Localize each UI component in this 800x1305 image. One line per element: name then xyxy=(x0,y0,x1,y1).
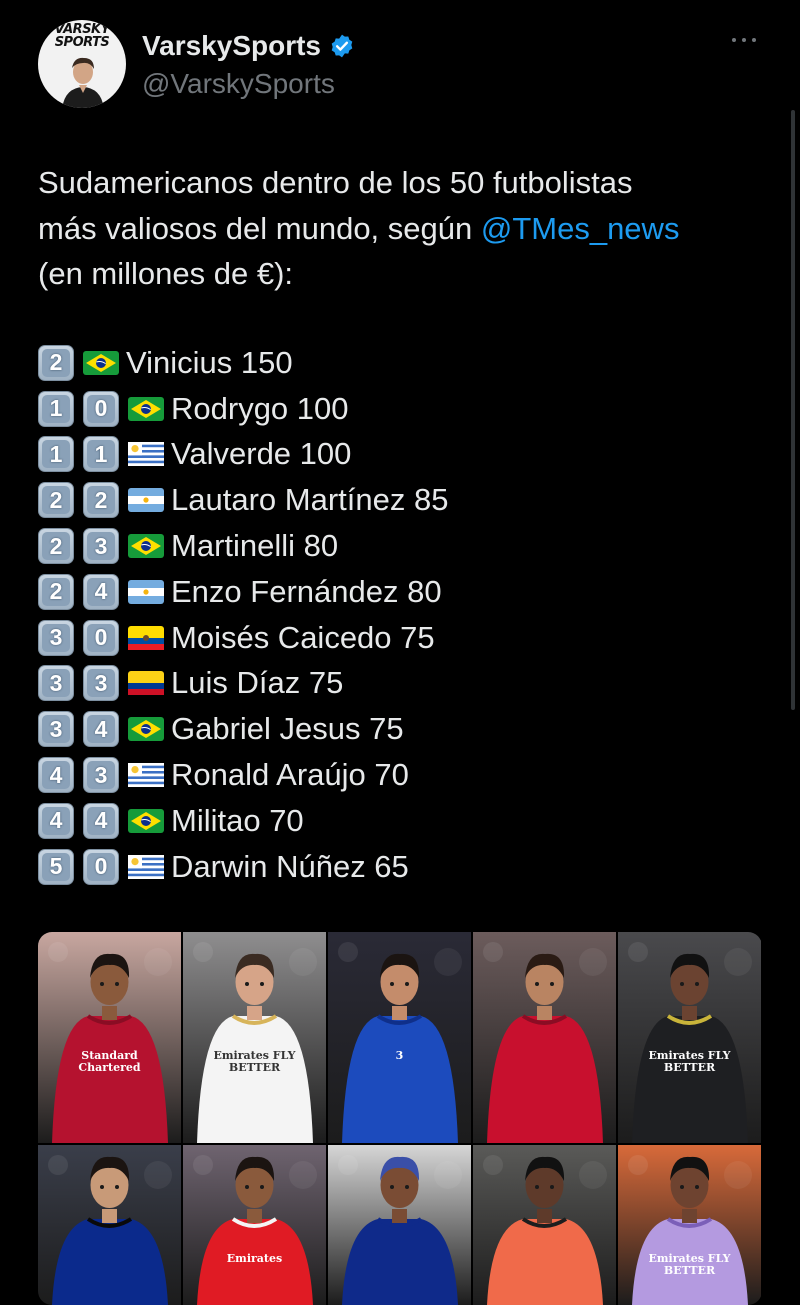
keycap-digit-icon: 3 xyxy=(38,665,74,702)
keycap-digit-icon: 2 xyxy=(38,344,74,381)
tweet-text: Sudamericanos dentro de los 50 futbolist… xyxy=(38,160,758,297)
flag-brazil-icon xyxy=(128,396,164,421)
scrollbar[interactable] xyxy=(791,110,795,710)
photo-rodrygo[interactable]: Emirates FLY BETTER xyxy=(618,1145,761,1305)
keycap-digit-icon: 4 xyxy=(38,757,74,794)
keycap-digit-icon: 2 xyxy=(38,573,74,610)
display-name[interactable]: VarskySports xyxy=(142,30,321,62)
tweet-line-2: más valiosos del mundo, según @TMes_news xyxy=(38,210,680,246)
ranking-row: 5 0 Darwin Núñez 65 xyxy=(38,844,758,890)
flag-uruguay-icon xyxy=(128,442,164,467)
player-entry: Gabriel Jesus 75 xyxy=(171,711,404,747)
ranking-row: 2 3 Martinelli 80 xyxy=(38,523,758,569)
photo-darwin-nunez[interactable] xyxy=(473,932,616,1143)
ranking-row: 2 Vinicius 150 xyxy=(38,340,758,386)
tweet-line-3: (en millones de €): xyxy=(38,256,294,292)
player-entry: Valverde 100 xyxy=(171,436,352,472)
flag-argentina-icon xyxy=(128,488,164,513)
keycap-digit-icon: 0 xyxy=(83,390,119,427)
photo-gabriel-jesus[interactable]: Emirates xyxy=(183,1145,326,1305)
photo-valverde[interactable]: Emirates FLY BETTER xyxy=(183,932,326,1143)
ranking-row: 1 0 Rodrygo 100 xyxy=(38,386,758,432)
ranking-row: 3 4 Gabriel Jesus 75 xyxy=(38,706,758,752)
keycap-digit-icon: 1 xyxy=(83,436,119,473)
player-entry: Darwin Núñez 65 xyxy=(171,848,409,884)
keycap-digit-icon: 0 xyxy=(83,848,119,885)
keycap-digit-icon: 3 xyxy=(38,619,74,656)
flag-brazil-icon xyxy=(128,717,164,742)
ranking-row: 4 3 Ronald Araújo 70 xyxy=(38,752,758,798)
photo-enzo-fernandez[interactable]: 3 xyxy=(328,932,471,1143)
keycap-digit-icon: 3 xyxy=(83,665,119,702)
player-entry: Ronald Araújo 70 xyxy=(171,757,409,793)
flag-ecuador-icon xyxy=(128,625,164,650)
avatar[interactable]: VARSKY SPORTS xyxy=(38,20,126,108)
keycap-digit-icon: 5 xyxy=(38,848,74,885)
media-grid[interactable]: Standard Chartered Emirates FLY BETTER 3… xyxy=(38,932,762,1305)
player-entry: Moisés Caicedo 75 xyxy=(171,619,435,655)
keycap-digit-icon: 4 xyxy=(83,802,119,839)
photo-lautaro[interactable] xyxy=(38,1145,181,1305)
keycap-digit-icon: 3 xyxy=(38,711,74,748)
player-entry: Luis Díaz 75 xyxy=(171,665,344,701)
flag-argentina-icon xyxy=(128,579,164,604)
photo-caicedo[interactable] xyxy=(328,1145,471,1305)
tweet-header: VARSKY SPORTS VarskySports @VarskySports xyxy=(38,20,762,112)
ranking-row: 4 4 Militao 70 xyxy=(38,798,758,844)
flag-brazil-icon xyxy=(128,808,164,833)
ranking-row: 2 2 Lautaro Martínez 85 xyxy=(38,477,758,523)
photo-luis-diaz[interactable]: Standard Chartered xyxy=(38,932,181,1143)
kit-sponsor-text: Emirates FLY BETTER xyxy=(648,1252,731,1277)
keycap-digit-icon: 1 xyxy=(38,390,74,427)
flag-brazil-icon xyxy=(83,350,119,375)
keycap-digit-icon: 3 xyxy=(83,757,119,794)
flag-brazil-icon xyxy=(128,534,164,559)
photo-vinicius[interactable]: Emirates FLY BETTER xyxy=(618,932,761,1143)
keycap-digit-icon: 2 xyxy=(38,482,74,519)
keycap-digit-icon: 2 xyxy=(83,482,119,519)
avatar-person-icon xyxy=(62,57,104,108)
keycap-digit-icon: 4 xyxy=(38,802,74,839)
tweet-line-1: Sudamericanos dentro de los 50 futbolist… xyxy=(38,165,633,200)
ranking-list: 2 Vinicius 150 1 0 Rodrygo 100 1 1 Valverde 100… xyxy=(38,340,758,890)
kit-sponsor-text: 3 xyxy=(395,1049,404,1062)
kit-sponsor-text: Emirates xyxy=(226,1252,283,1265)
player-entry: Lautaro Martínez 85 xyxy=(171,482,449,518)
player-entry: Enzo Fernández 80 xyxy=(171,573,442,609)
verified-badge-icon xyxy=(331,34,353,58)
flag-uruguay-icon xyxy=(128,854,164,879)
player-entry: Vinicius 150 xyxy=(126,344,293,380)
keycap-digit-icon: 2 xyxy=(38,528,74,565)
handle[interactable]: @VarskySports xyxy=(142,68,335,100)
flag-colombia-icon xyxy=(128,671,164,696)
ranking-row: 3 0 Moisés Caicedo 75 xyxy=(38,615,758,661)
kit-sponsor-text: Emirates FLY BETTER xyxy=(213,1049,296,1074)
keycap-digit-icon: 1 xyxy=(38,436,74,473)
player-entry: Rodrygo 100 xyxy=(171,390,349,426)
avatar-logo: VARSKY SPORTS xyxy=(54,22,110,50)
player-entry: Martinelli 80 xyxy=(171,528,339,564)
flag-uruguay-icon xyxy=(128,763,164,788)
keycap-digit-icon: 4 xyxy=(83,711,119,748)
keycap-digit-icon: 3 xyxy=(83,528,119,565)
ranking-row: 2 4 Enzo Fernández 80 xyxy=(38,569,758,615)
keycap-digit-icon: 4 xyxy=(83,573,119,610)
more-options-icon[interactable] xyxy=(732,34,760,46)
ranking-row: 3 3 Luis Díaz 75 xyxy=(38,661,758,707)
keycap-digit-icon: 0 xyxy=(83,619,119,656)
player-entry: Militao 70 xyxy=(171,802,304,838)
kit-sponsor-text: Emirates FLY BETTER xyxy=(648,1049,731,1074)
mention-link[interactable]: @TMes_news xyxy=(481,211,680,246)
ranking-row: 1 1 Valverde 100 xyxy=(38,432,758,478)
kit-sponsor-text: Standard Chartered xyxy=(78,1049,141,1074)
photo-militao-caicedo-bhafc[interactable] xyxy=(473,1145,616,1305)
